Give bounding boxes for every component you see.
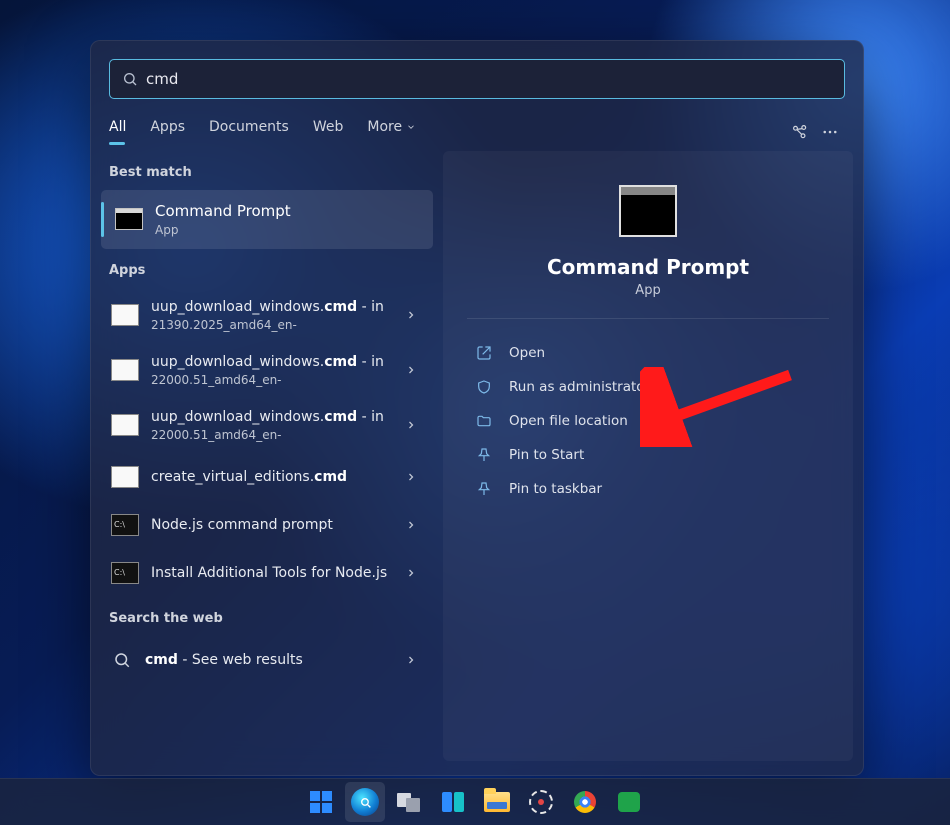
- detail-title: Command Prompt: [547, 255, 749, 279]
- action-label: Open file location: [509, 413, 628, 429]
- command-prompt-hero-icon: [619, 185, 677, 237]
- taskbar-screen-recorder[interactable]: [521, 782, 561, 822]
- filter-row: All Apps Documents Web More: [91, 109, 863, 147]
- chat-icon: [618, 792, 640, 812]
- chevron-right-icon: [403, 309, 419, 321]
- action-pin-taskbar[interactable]: Pin to taskbar: [467, 473, 829, 505]
- taskbar: [0, 778, 950, 825]
- chevron-down-icon: [406, 122, 416, 132]
- apps-result-item[interactable]: uup_download_windows.cmd - in21390.2025_…: [101, 288, 433, 343]
- search-bar[interactable]: [109, 59, 845, 99]
- open-icon: [475, 344, 493, 362]
- folder-icon: [484, 792, 510, 812]
- search-icon: [122, 71, 138, 87]
- chevron-right-icon: [403, 471, 419, 483]
- widgets-icon: [442, 792, 464, 812]
- taskbar-file-explorer[interactable]: [477, 782, 517, 822]
- filter-tab-apps[interactable]: Apps: [150, 119, 185, 145]
- task-view-icon: [396, 790, 422, 814]
- folder-icon: [475, 412, 493, 430]
- chevron-right-icon: [403, 364, 419, 376]
- best-match-title: Command Prompt: [155, 202, 291, 221]
- apps-result-item[interactable]: C:\ Install Additional Tools for Node.js: [101, 549, 433, 597]
- chevron-right-icon: [403, 567, 419, 579]
- action-shield[interactable]: Run as administrator: [467, 371, 829, 403]
- taskbar-widgets[interactable]: [433, 782, 473, 822]
- windows-logo-icon: [310, 791, 332, 813]
- filter-tabs: All Apps Documents Web More: [109, 119, 416, 145]
- taskbar-chrome[interactable]: [565, 782, 605, 822]
- command-prompt-icon: [115, 208, 143, 230]
- web-search-result[interactable]: cmd - See web results: [101, 636, 433, 684]
- result-text: uup_download_windows.cmd - in22000.51_am…: [151, 408, 391, 443]
- filter-tab-all[interactable]: All: [109, 119, 126, 145]
- node-cmd-icon: C:\: [111, 562, 139, 584]
- apps-result-item[interactable]: create_virtual_editions.cmd: [101, 453, 433, 501]
- search-icon: [111, 649, 133, 671]
- filter-tab-more-label: More: [367, 119, 402, 135]
- pin-taskbar-icon: [475, 480, 493, 498]
- result-text: create_virtual_editions.cmd: [151, 468, 391, 487]
- cmd-file-icon: [111, 466, 139, 488]
- action-label: Run as administrator: [509, 379, 650, 395]
- result-text: uup_download_windows.cmd - in21390.2025_…: [151, 298, 391, 333]
- network-icon[interactable]: [785, 117, 815, 147]
- result-text: uup_download_windows.cmd - in22000.51_am…: [151, 353, 391, 388]
- cmd-file-icon: [111, 359, 139, 381]
- apps-result-item[interactable]: C:\ Node.js command prompt: [101, 501, 433, 549]
- result-text: Node.js command prompt: [151, 516, 391, 535]
- chevron-right-icon: [403, 519, 419, 531]
- action-label: Pin to Start: [509, 447, 584, 463]
- taskbar-start[interactable]: [301, 782, 341, 822]
- filter-tab-documents[interactable]: Documents: [209, 119, 289, 145]
- taskbar-chat[interactable]: [609, 782, 649, 822]
- cmd-file-icon: [111, 414, 139, 436]
- action-label: Pin to taskbar: [509, 481, 602, 497]
- web-result-text: cmd - See web results: [145, 651, 391, 670]
- chevron-right-icon: [403, 654, 419, 666]
- taskbar-search[interactable]: [345, 782, 385, 822]
- action-open[interactable]: Open: [467, 337, 829, 369]
- result-text: Install Additional Tools for Node.js: [151, 564, 391, 583]
- search-input[interactable]: [146, 70, 832, 88]
- action-label: Open: [509, 345, 545, 361]
- section-apps: Apps: [101, 249, 433, 288]
- action-pin-start[interactable]: Pin to Start: [467, 439, 829, 471]
- detail-subtitle: App: [635, 283, 660, 298]
- section-search-web: Search the web: [101, 597, 433, 636]
- action-folder[interactable]: Open file location: [467, 405, 829, 437]
- best-match-subtitle: App: [155, 223, 291, 237]
- pin-start-icon: [475, 446, 493, 464]
- node-cmd-icon: C:\: [111, 514, 139, 536]
- filter-tab-more[interactable]: More: [367, 119, 416, 145]
- search-orb-icon: [351, 788, 379, 816]
- start-search-panel: All Apps Documents Web More Best match C…: [90, 40, 864, 776]
- apps-result-item[interactable]: uup_download_windows.cmd - in22000.51_am…: [101, 398, 433, 453]
- section-best-match: Best match: [101, 151, 433, 190]
- filter-tab-web[interactable]: Web: [313, 119, 344, 145]
- chevron-right-icon: [403, 419, 419, 431]
- shield-icon: [475, 378, 493, 396]
- best-match-result[interactable]: Command Prompt App: [101, 190, 433, 249]
- detail-pane: Command Prompt App Open Run as administra…: [443, 151, 853, 761]
- cmd-file-icon: [111, 304, 139, 326]
- recorder-icon: [529, 790, 553, 814]
- more-options-icon[interactable]: [815, 117, 845, 147]
- taskbar-task-view[interactable]: [389, 782, 429, 822]
- chrome-icon: [574, 791, 596, 813]
- apps-result-item[interactable]: uup_download_windows.cmd - in22000.51_am…: [101, 343, 433, 398]
- results-column: Best match Command Prompt App Apps uup_d…: [101, 151, 433, 761]
